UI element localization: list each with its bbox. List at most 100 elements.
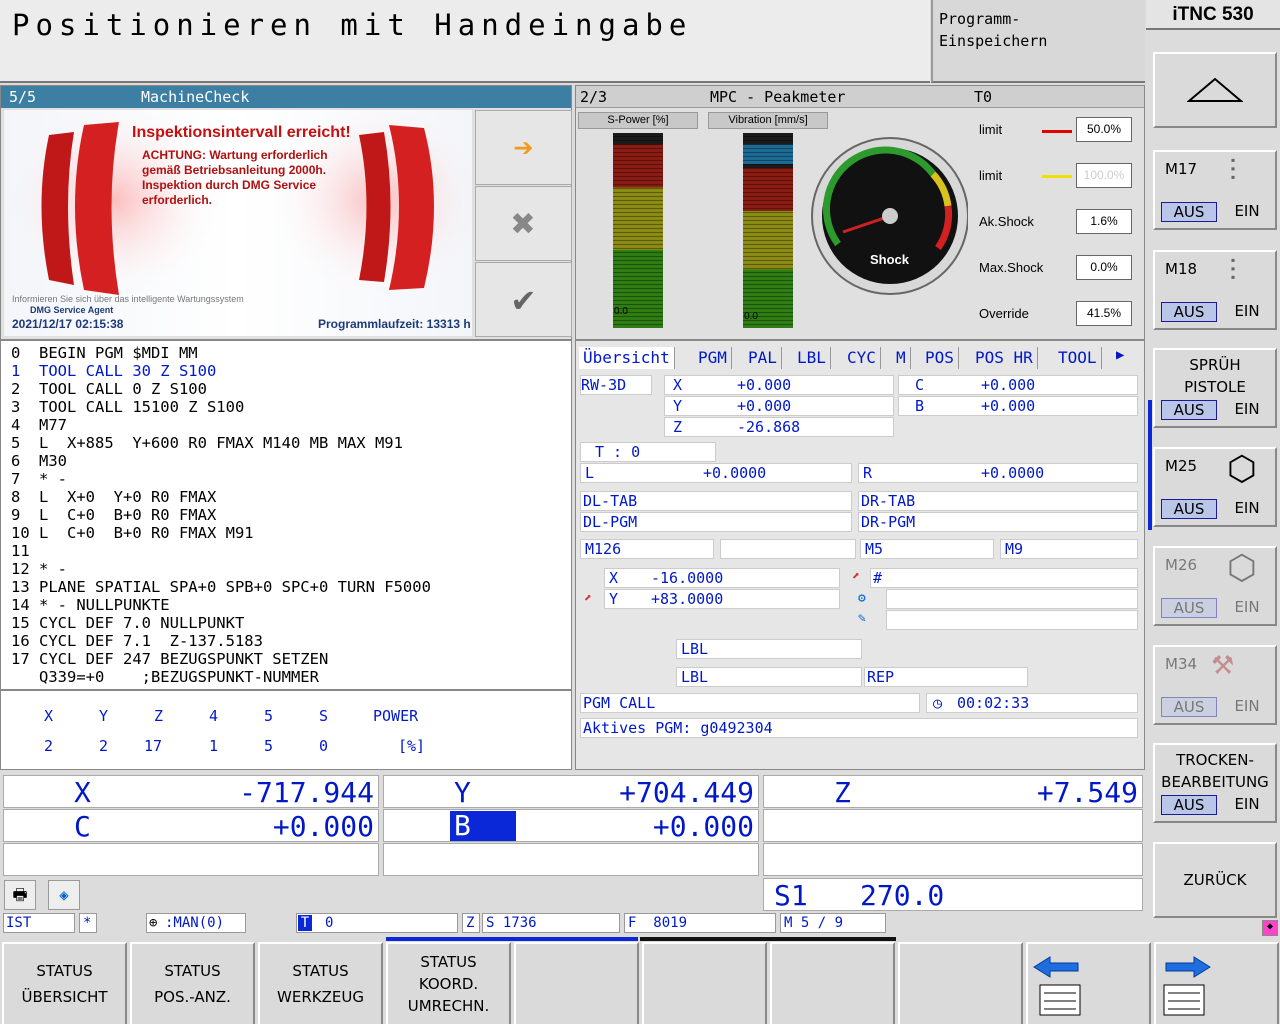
vkey-page-up[interactable]: [1153, 52, 1277, 128]
program-line[interactable]: 12 * -: [11, 560, 67, 578]
program-line[interactable]: 11: [11, 542, 30, 560]
softkey-label: POS.-ANZ.: [154, 988, 231, 1006]
maintenance-info: Informieren Sie sich über das intelligen…: [12, 294, 244, 304]
maxshock-value: 0.0%: [1076, 255, 1132, 280]
pos-y: Y +704.449: [383, 775, 759, 809]
m17-aus[interactable]: AUS: [1161, 202, 1217, 222]
axis-header: 4: [209, 707, 219, 725]
tab-pos[interactable]: POS: [921, 347, 959, 369]
akshock-label: Ak.Shock: [979, 214, 1034, 229]
peakmeter-page: 2/3: [580, 88, 608, 106]
pos-empty-2: [3, 843, 379, 876]
tab-m[interactable]: M: [892, 347, 911, 369]
forward-button[interactable]: ➔: [475, 110, 572, 185]
tab-tool[interactable]: TOOL: [1054, 347, 1102, 369]
program-line[interactable]: 0 BEGIN PGM $MDI MM: [11, 344, 198, 362]
program-line[interactable]: 4 M77: [11, 416, 67, 434]
vkey-m25[interactable]: M25 ⬡ AUS EIN: [1153, 447, 1277, 527]
notification-icon[interactable]: ◆: [1262, 920, 1278, 936]
limit1-swatch: [1042, 130, 1072, 133]
x-label: X: [673, 376, 683, 394]
program-line[interactable]: 3 TOOL CALL 15100 Z S100: [11, 398, 244, 416]
m5-label: M5: [860, 539, 994, 559]
m18-aus[interactable]: AUS: [1161, 302, 1217, 322]
program-line[interactable]: 9 L C+0 B+0 R0 FMAX: [11, 506, 216, 524]
akshock-value: 1.6%: [1076, 209, 1132, 234]
softkey-next-page[interactable]: [1154, 942, 1279, 1024]
tab-pgm[interactable]: PGM: [694, 347, 732, 369]
pos-empty-1: [763, 809, 1143, 842]
m17-ein[interactable]: EIN: [1219, 202, 1275, 222]
l-label: L: [585, 464, 595, 482]
spray-ein[interactable]: EIN: [1219, 400, 1275, 420]
y-row: Y +0.000: [664, 396, 894, 416]
pos-c-value: +0.000: [272, 810, 374, 843]
softkey-empty[interactable]: [898, 942, 1023, 1024]
program-line[interactable]: 13 PLANE SPATIAL SPA+0 SPB+0 SPC+0 TURN …: [11, 578, 431, 596]
spray-aus[interactable]: AUS: [1161, 400, 1217, 420]
secondary-mode-bar[interactable]: Programm- Einspeichern: [931, 0, 1145, 83]
softkey-prev-page[interactable]: [1026, 942, 1151, 1024]
program-line[interactable]: 2 TOOL CALL 0 Z S100: [11, 380, 207, 398]
axis-header: 5: [264, 707, 274, 725]
program-line[interactable]: 17 CYCL DEF 247 BEZUGSPUNKT SETZEN: [11, 650, 328, 668]
m9-label: M9: [1000, 539, 1138, 559]
program-line[interactable]: 8 L X+0 Y+0 R0 FMAX: [11, 488, 216, 506]
softkey-status-position[interactable]: STATUS POS.-ANZ.: [130, 942, 255, 1024]
dry-ein[interactable]: EIN: [1219, 795, 1275, 815]
program-line-active[interactable]: 1 TOOL CALL 30 Z S100: [11, 362, 216, 380]
vkey-spray-gun[interactable]: SPRÜH PISTOLE AUS EIN: [1153, 348, 1277, 428]
program-line[interactable]: 16 CYCL DEF 7.1 Z-137.5183: [11, 632, 263, 650]
program-line[interactable]: 7 * -: [11, 470, 67, 488]
r-label: R: [863, 464, 873, 482]
softkey-status-tool[interactable]: STATUS WERKZEUG: [258, 942, 383, 1024]
m25-aus[interactable]: AUS: [1161, 499, 1217, 519]
softkey-status-overview[interactable]: STATUS ÜBERSICHT: [2, 942, 127, 1024]
tab-cyc[interactable]: CYC: [843, 347, 881, 369]
softkey-empty[interactable]: [642, 942, 767, 1024]
machine-icon[interactable]: 🖶: [4, 880, 36, 910]
vkey-dry-machining[interactable]: TROCKEN- BEARBEITUNG AUS EIN: [1153, 743, 1277, 823]
softkey-status-coord-transform[interactable]: STATUS KOORD. UMRECHN.: [386, 942, 511, 1024]
pos-c: C +0.000: [3, 809, 379, 843]
m18-ein[interactable]: EIN: [1219, 302, 1275, 322]
axis-header: Z: [154, 707, 164, 725]
program-line[interactable]: 6 M30: [11, 452, 67, 470]
softkey-empty[interactable]: [514, 942, 639, 1024]
softkey-empty[interactable]: [770, 942, 895, 1024]
tab-pos-hr[interactable]: POS HR: [971, 347, 1038, 369]
override-label: Override: [979, 306, 1029, 321]
program-line[interactable]: Q339=+0 ;BEZUGSPUNKT-NUMMER: [11, 668, 319, 686]
tab-lbl[interactable]: LBL: [793, 347, 831, 369]
dl-tab-label: DL-TAB: [580, 491, 852, 511]
confirm-button[interactable]: ✔: [475, 262, 572, 337]
m25-ein[interactable]: EIN: [1219, 499, 1275, 519]
program-line[interactable]: 10 L C+0 B+0 R0 FMAX M91: [11, 524, 254, 542]
vkey-m17[interactable]: M17 ⫶ AUS EIN: [1153, 150, 1277, 230]
vkey-dry-line2: BEARBEITUNG: [1161, 773, 1269, 791]
dry-aus[interactable]: AUS: [1161, 795, 1217, 815]
vkey-m18[interactable]: M18 ⫶ AUS EIN: [1153, 250, 1277, 330]
program-line[interactable]: 5 L X+885 Y+600 R0 FMAX M140 MB MAX M91: [11, 434, 403, 452]
limit2-value[interactable]: 100.0%: [1076, 163, 1132, 188]
pos-z-value: +7.549: [1036, 776, 1138, 809]
axis-value: 0: [319, 737, 329, 755]
program-line[interactable]: 15 CYCL DEF 7.0 NULLPUNKT: [11, 614, 244, 632]
tab-pal[interactable]: PAL: [744, 347, 782, 369]
dismiss-button[interactable]: ✖: [475, 186, 572, 261]
softkey-label: KOORD.: [418, 975, 479, 993]
pos-x-label: X: [74, 776, 91, 809]
workpiece-icon[interactable]: ◈: [48, 880, 80, 910]
program-line[interactable]: 14 * - NULLPUNKTE: [11, 596, 170, 614]
inspection-message-line3: Inspektion durch DMG Service: [142, 178, 317, 192]
limit1-value[interactable]: 50.0%: [1076, 117, 1132, 142]
run-time: ◷ 00:02:33: [926, 693, 1138, 713]
program-listing[interactable]: 0 BEGIN PGM $MDI MM 1 TOOL CALL 30 Z S10…: [0, 340, 572, 690]
vkey-back[interactable]: ZURÜCK: [1153, 842, 1277, 918]
vkey-m25-label: M25: [1165, 457, 1198, 475]
tab-uebersicht[interactable]: Übersicht: [579, 347, 675, 369]
softkey-active-indicator: [386, 937, 638, 941]
tab-scroll-right-icon[interactable]: ▶: [1116, 347, 1124, 363]
x-value: +0.000: [737, 376, 792, 394]
pos-z: Z +7.549: [763, 775, 1143, 809]
